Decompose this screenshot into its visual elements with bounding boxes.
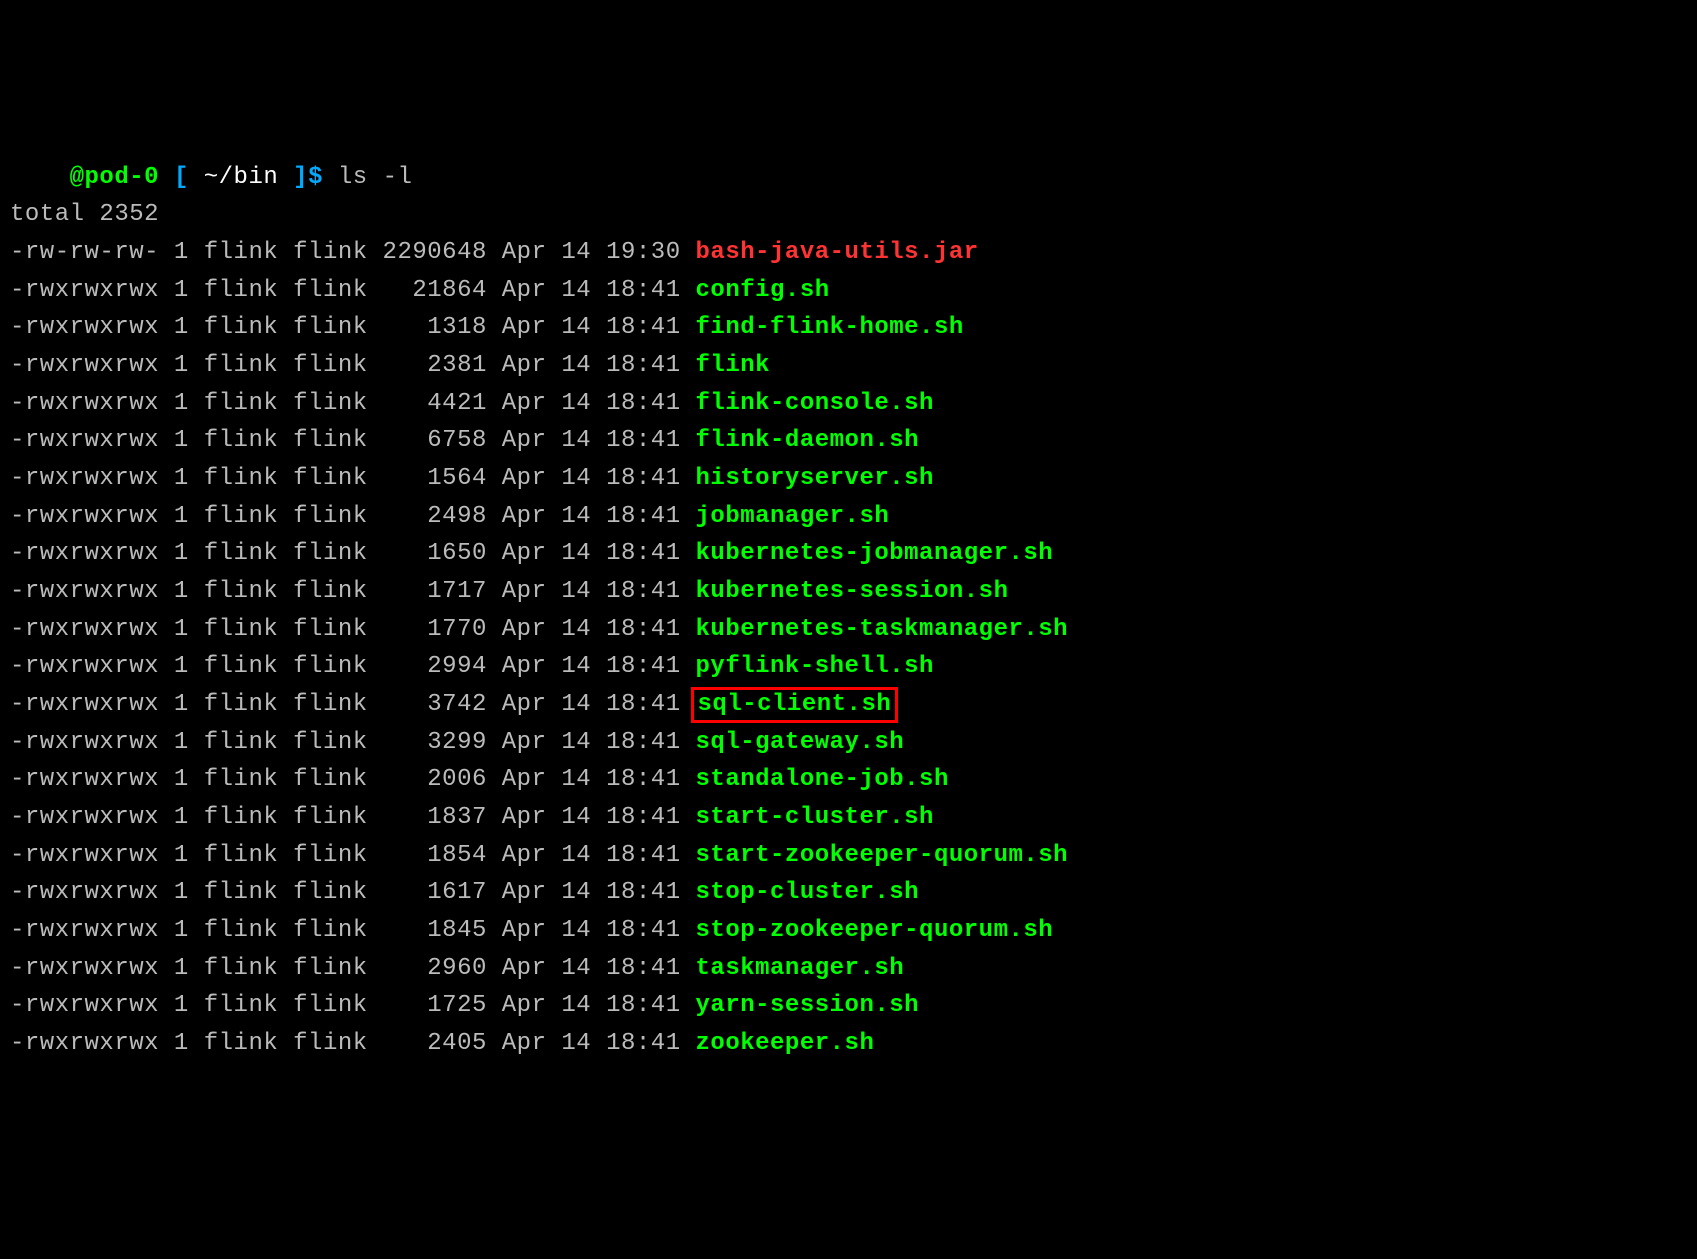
ls-row: -rwxrwxrwx 1 flink flink 2994 Apr 14 18:… — [10, 648, 1687, 686]
command-text: ls -l — [338, 164, 413, 191]
file-name: start-cluster.sh — [696, 804, 934, 831]
file-name: bash-java-utils.jar — [696, 239, 979, 266]
ls-row: -rwxrwxrwx 1 flink flink 1318 Apr 14 18:… — [10, 309, 1687, 347]
ls-row: -rwxrwxrwx 1 flink flink 1717 Apr 14 18:… — [10, 573, 1687, 611]
ls-row: -rwxrwxrwx 1 flink flink 1854 Apr 14 18:… — [10, 837, 1687, 875]
ls-row: -rwxrwxrwx 1 flink flink 4421 Apr 14 18:… — [10, 385, 1687, 423]
ls-row: -rwxrwxrwx 1 flink flink 1770 Apr 14 18:… — [10, 611, 1687, 649]
file-name: kubernetes-jobmanager.sh — [696, 540, 1054, 567]
terminal-output[interactable]: @pod-0 [ ~/bin ]$ ls -ltotal 2352-rw-rw-… — [10, 159, 1687, 1063]
ls-row: -rwxrwxrwx 1 flink flink 1837 Apr 14 18:… — [10, 799, 1687, 837]
prompt-host: @pod-0 — [70, 164, 159, 191]
file-name: flink-console.sh — [696, 390, 934, 417]
ls-row: -rwxrwxrwx 1 flink flink 6758 Apr 14 18:… — [10, 422, 1687, 460]
file-name: flink — [696, 352, 771, 379]
ls-row: -rwxrwxrwx 1 flink flink 1617 Apr 14 18:… — [10, 874, 1687, 912]
file-name: yarn-session.sh — [696, 992, 920, 1019]
file-name: sql-gateway.sh — [696, 729, 905, 756]
ls-row: -rwxrwxrwx 1 flink flink 2006 Apr 14 18:… — [10, 761, 1687, 799]
ls-row: -rwxrwxrwx 1 flink flink 1725 Apr 14 18:… — [10, 987, 1687, 1025]
file-name: zookeeper.sh — [696, 1030, 875, 1057]
ls-row: -rwxrwxrwx 1 flink flink 1650 Apr 14 18:… — [10, 535, 1687, 573]
file-name: config.sh — [696, 277, 830, 304]
ls-row: -rwxrwxrwx 1 flink flink 3742 Apr 14 18:… — [10, 686, 1687, 724]
ls-row: -rwxrwxrwx 1 flink flink 21864 Apr 14 18… — [10, 272, 1687, 310]
prompt-lbracket: [ — [174, 164, 189, 191]
file-name: stop-zookeeper-quorum.sh — [696, 917, 1054, 944]
file-name: start-zookeeper-quorum.sh — [696, 842, 1069, 869]
file-name: kubernetes-taskmanager.sh — [696, 616, 1069, 643]
file-name: pyflink-shell.sh — [696, 653, 934, 680]
file-name: kubernetes-session.sh — [696, 578, 1009, 605]
ls-row: -rwxrwxrwx 1 flink flink 1845 Apr 14 18:… — [10, 912, 1687, 950]
total-line: total 2352 — [10, 196, 1687, 234]
file-name: jobmanager.sh — [696, 503, 890, 530]
file-name: stop-cluster.sh — [696, 879, 920, 906]
prompt-line: @pod-0 [ ~/bin ]$ ls -l — [10, 159, 1687, 197]
prompt-rbracket: ]$ — [293, 164, 323, 191]
ls-row: -rwxrwxrwx 1 flink flink 2960 Apr 14 18:… — [10, 950, 1687, 988]
ls-row: -rwxrwxrwx 1 flink flink 1564 Apr 14 18:… — [10, 460, 1687, 498]
ls-row: -rwxrwxrwx 1 flink flink 2498 Apr 14 18:… — [10, 498, 1687, 536]
highlighted-file: sql-client.sh — [691, 687, 899, 723]
ls-row: -rwxrwxrwx 1 flink flink 2381 Apr 14 18:… — [10, 347, 1687, 385]
ls-row: -rw-rw-rw- 1 flink flink 2290648 Apr 14 … — [10, 234, 1687, 272]
file-name: taskmanager.sh — [696, 955, 905, 982]
ls-row: -rwxrwxrwx 1 flink flink 3299 Apr 14 18:… — [10, 724, 1687, 762]
file-name: flink-daemon.sh — [696, 427, 920, 454]
file-name: find-flink-home.sh — [696, 314, 964, 341]
ls-row: -rwxrwxrwx 1 flink flink 2405 Apr 14 18:… — [10, 1025, 1687, 1063]
prompt-path: ~/bin — [204, 164, 279, 191]
file-name: historyserver.sh — [696, 465, 934, 492]
file-name: standalone-job.sh — [696, 766, 949, 793]
